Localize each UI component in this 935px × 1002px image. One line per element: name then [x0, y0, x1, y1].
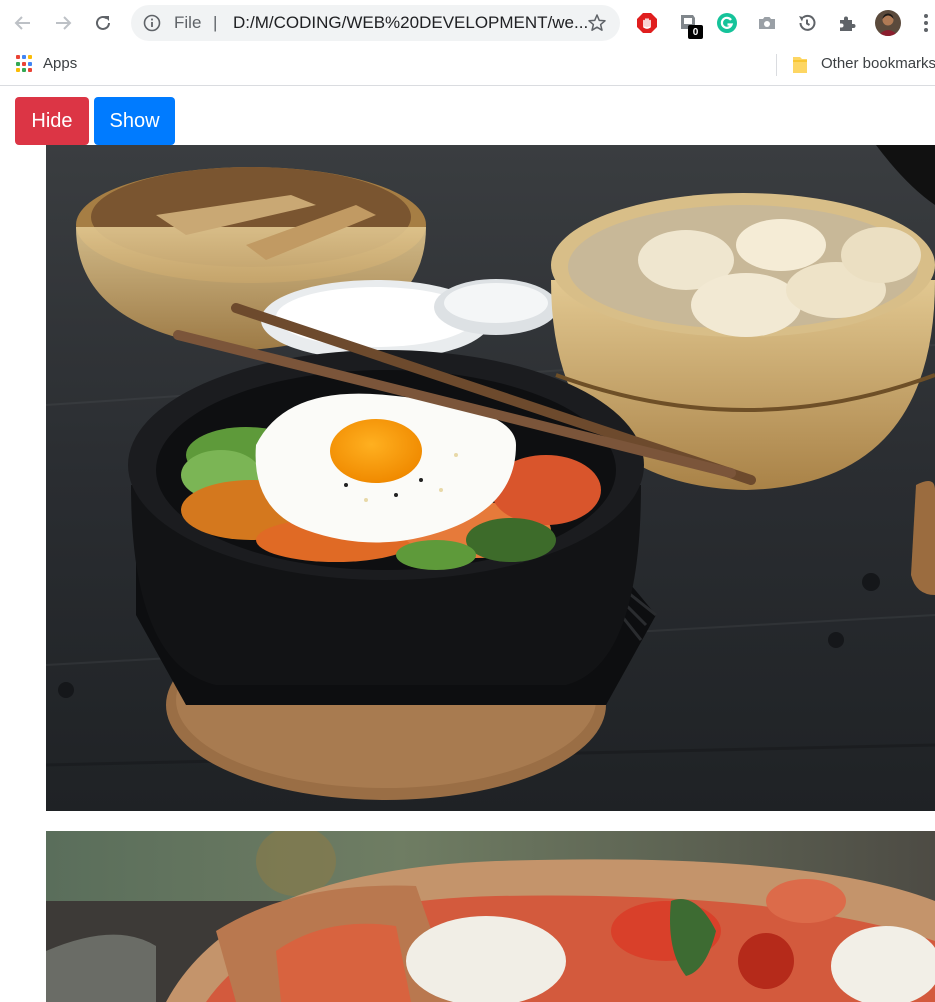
bookmarks-divider: [776, 54, 777, 76]
bookmark-star-icon[interactable]: [587, 13, 607, 33]
extension-badge-icon[interactable]: 0: [677, 12, 703, 39]
food-image-bibimbap: [46, 145, 935, 811]
browser-toolbar: File | D:/M/CODING/WEB%20DEVELOPMENT/we.…: [0, 0, 935, 46]
history-icon[interactable]: [796, 12, 818, 34]
grammarly-icon[interactable]: [716, 12, 738, 34]
apps-grid-icon[interactable]: [16, 55, 34, 73]
url-text[interactable]: D:/M/CODING/WEB%20DEVELOPMENT/we...: [233, 13, 588, 33]
scheme-label: File: [174, 13, 202, 32]
apps-bookmark[interactable]: Apps: [43, 55, 77, 72]
reload-button[interactable]: [91, 11, 115, 35]
forward-arrow-icon: [56, 16, 72, 30]
other-bookmarks[interactable]: Other bookmarks: [821, 55, 935, 72]
hide-button[interactable]: Hide: [15, 97, 89, 145]
reload-icon: [96, 15, 110, 30]
bookmarks-bar: Apps Other bookmarks: [0, 46, 935, 86]
camera-icon[interactable]: [756, 12, 778, 34]
show-button[interactable]: Show: [94, 97, 175, 145]
back-arrow-icon: [14, 16, 30, 30]
scheme-separator: |: [213, 13, 218, 32]
forward-button[interactable]: [51, 11, 75, 35]
address-bar[interactable]: File | D:/M/CODING/WEB%20DEVELOPMENT/we.…: [131, 5, 620, 41]
back-button[interactable]: [11, 11, 35, 35]
folder-icon: [793, 57, 807, 73]
menu-kebab-icon[interactable]: [917, 12, 935, 34]
puzzle-extensions-icon[interactable]: [836, 12, 858, 34]
extension-badge-count: 0: [688, 25, 703, 39]
info-icon[interactable]: [143, 14, 161, 32]
adblock-icon[interactable]: [636, 12, 658, 34]
profile-avatar[interactable]: [875, 10, 901, 36]
food-image-pizza: [46, 831, 935, 1002]
